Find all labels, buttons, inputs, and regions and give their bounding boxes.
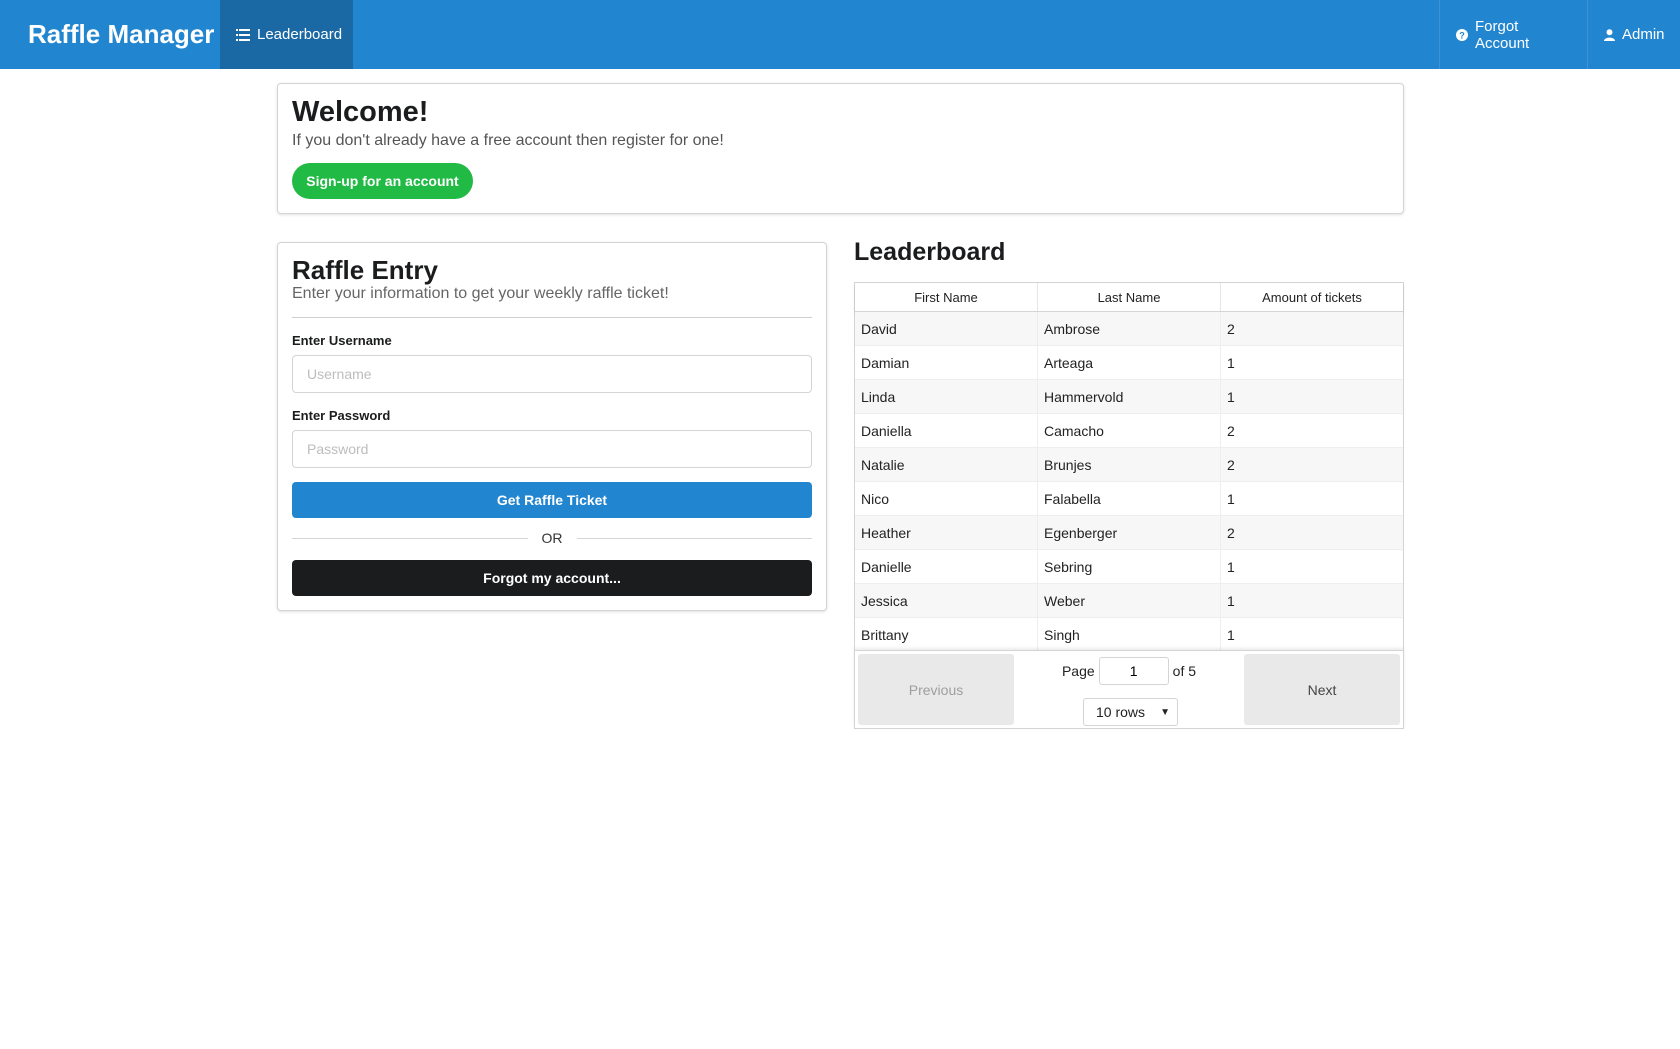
table-row: Damian Arteaga 1: [855, 346, 1403, 380]
svg-text:?: ?: [1459, 30, 1465, 40]
table-row: Brittany Singh 1: [855, 618, 1403, 652]
rows-per-page-value: 10 rows: [1096, 704, 1146, 720]
cell-tickets: 2: [1227, 320, 1235, 337]
table-row: David Ambrose 2: [855, 312, 1403, 346]
or-line-right: [576, 537, 812, 539]
cell-last-name: Hammervold: [1038, 380, 1221, 413]
cell-last-name: Brunjes: [1038, 448, 1221, 481]
cell-tickets: 2: [1227, 422, 1235, 439]
or-line-left: [292, 537, 528, 539]
table-row: Nico Falabella 1: [855, 482, 1403, 516]
password-input[interactable]: [292, 430, 812, 468]
nav-admin-label: Admin: [1622, 26, 1665, 43]
table-row: Natalie Brunjes 2: [855, 448, 1403, 482]
cell-last-name: Egenberger: [1038, 516, 1221, 549]
cell-tickets: 2: [1227, 524, 1235, 541]
cell-last-name: Sebring: [1038, 550, 1221, 583]
table-row: Heather Egenberger 2: [855, 516, 1403, 550]
or-divider: OR: [292, 528, 812, 548]
page-controls: Page of 5 10 rows ▼: [1015, 657, 1243, 726]
page-indicator: Page of 5: [1015, 657, 1243, 685]
column-header-first-name[interactable]: First Name: [855, 283, 1038, 311]
cell-first-name: Natalie: [855, 448, 1038, 481]
list-icon: [236, 28, 250, 41]
table-header: First Name Last Name Amount of tickets: [855, 283, 1403, 312]
cell-first-name: Heather: [855, 516, 1038, 549]
cell-first-name: Daniella: [855, 414, 1038, 447]
rows-per-page-select[interactable]: 10 rows ▼: [1083, 698, 1178, 726]
cell-last-name: Arteaga: [1038, 346, 1221, 379]
cell-first-name: Damian: [855, 346, 1038, 379]
cell-first-name: Nico: [855, 482, 1038, 515]
cell-tickets: 1: [1227, 354, 1235, 371]
user-icon: [1604, 28, 1615, 41]
cell-first-name: David: [855, 312, 1038, 345]
nav-forgot-label: Forgot Account: [1475, 17, 1530, 52]
leaderboard-table: First Name Last Name Amount of tickets D…: [854, 282, 1404, 652]
cell-last-name: Weber: [1038, 584, 1221, 617]
forgot-account-button[interactable]: Forgot my account...: [292, 560, 812, 596]
table-row: Daniella Camacho 2: [855, 414, 1403, 448]
column-header-last-name[interactable]: Last Name: [1038, 283, 1221, 311]
or-label: OR: [541, 530, 563, 546]
nav-leaderboard-label: Leaderboard: [257, 26, 343, 43]
app-brand[interactable]: Raffle Manager: [28, 0, 214, 69]
get-raffle-ticket-button[interactable]: Get Raffle Ticket: [292, 482, 812, 518]
table-pagination: Previous Page of 5 10 rows ▼ Next: [854, 650, 1404, 729]
raffle-subtitle: Enter your information to get your weekl…: [292, 285, 669, 302]
column-header-tickets[interactable]: Amount of tickets: [1221, 283, 1403, 311]
caret-down-icon: ▼: [1160, 707, 1170, 718]
table-row: Danielle Sebring 1: [855, 550, 1403, 584]
raffle-title: Raffle Entry: [292, 255, 438, 285]
top-navbar: Raffle Manager Leaderboard ? Forgot Acco…: [0, 0, 1680, 69]
question-circle-icon: ?: [1456, 28, 1468, 41]
table-row: Jessica Weber 1: [855, 584, 1403, 618]
next-page-button[interactable]: Next: [1244, 654, 1400, 725]
cell-last-name: Singh: [1038, 618, 1221, 651]
cell-tickets: 1: [1227, 592, 1235, 609]
cell-last-name: Ambrose: [1038, 312, 1221, 345]
cell-tickets: 1: [1227, 388, 1235, 405]
previous-page-button[interactable]: Previous: [858, 654, 1014, 725]
page-total: of 5: [1172, 663, 1197, 679]
username-label: Enter Username: [292, 333, 392, 348]
welcome-title: Welcome!: [292, 96, 429, 128]
cell-first-name: Jessica: [855, 584, 1038, 617]
cell-tickets: 2: [1227, 456, 1235, 473]
username-input[interactable]: [292, 355, 812, 393]
divider: [292, 317, 812, 318]
signup-button[interactable]: Sign-up for an account: [292, 163, 473, 199]
password-label: Enter Password: [292, 408, 391, 423]
table-row: Linda Hammervold 1: [855, 380, 1403, 414]
table-body: David Ambrose 2 Damian Arteaga 1 Linda Hammer…: [855, 312, 1403, 652]
cell-tickets: 1: [1227, 558, 1235, 575]
raffle-entry-card: Raffle Entry Enter your information to g…: [277, 242, 827, 611]
cell-last-name: Falabella: [1038, 482, 1221, 515]
page-number-input[interactable]: [1098, 657, 1169, 685]
nav-leaderboard[interactable]: Leaderboard: [220, 0, 353, 69]
cell-first-name: Linda: [855, 380, 1038, 413]
welcome-text: If you don't already have a free account…: [292, 132, 724, 149]
cell-first-name: Danielle: [855, 550, 1038, 583]
nav-forgot-account[interactable]: ? Forgot Account: [1439, 0, 1587, 69]
welcome-card: Welcome! If you don't already have a fre…: [277, 83, 1404, 214]
nav-admin[interactable]: Admin: [1587, 0, 1680, 69]
leaderboard-title: Leaderboard: [854, 238, 1006, 266]
cell-last-name: Camacho: [1038, 414, 1221, 447]
cell-tickets: 1: [1227, 490, 1235, 507]
page-label: Page: [1061, 663, 1095, 679]
cell-first-name: Brittany: [855, 618, 1038, 651]
cell-tickets: 1: [1227, 626, 1235, 643]
